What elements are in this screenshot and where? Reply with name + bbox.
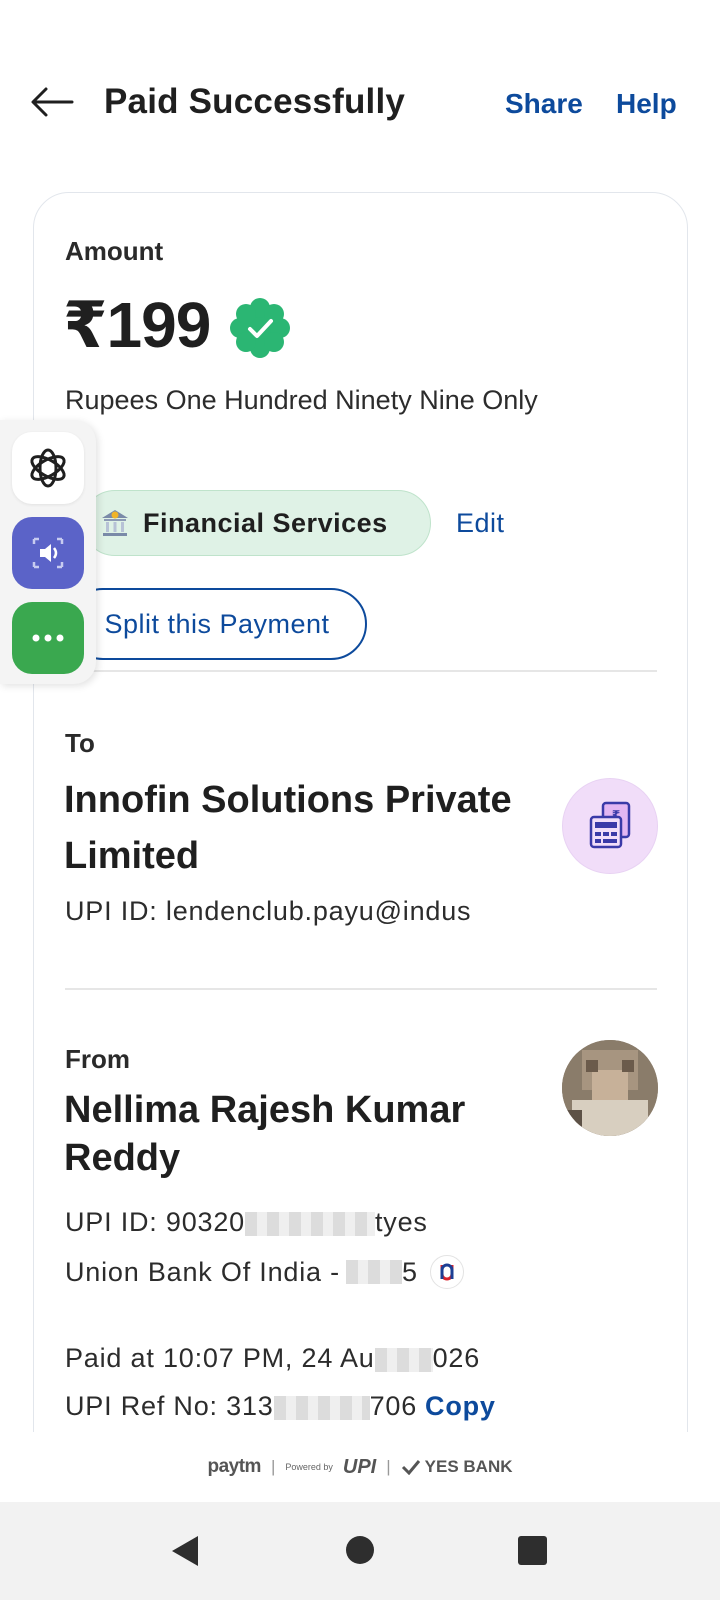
read-aloud-button[interactable] bbox=[12, 517, 84, 589]
category-chip[interactable]: Financial Services bbox=[82, 490, 431, 556]
payee-name: Innofin Solutions Private Limited bbox=[64, 779, 512, 877]
nav-recents-icon[interactable] bbox=[518, 1536, 547, 1565]
yes-bank-logo: YES BANK bbox=[401, 1457, 513, 1477]
back-button[interactable] bbox=[30, 82, 80, 122]
redacted-text bbox=[245, 1211, 375, 1236]
payer-avatar bbox=[562, 1040, 658, 1136]
upi-logo: UPI bbox=[342, 1455, 377, 1478]
system-navigation-bar bbox=[0, 1502, 720, 1600]
nav-home-icon[interactable] bbox=[346, 1536, 374, 1564]
category-label: Financial Services bbox=[143, 507, 388, 538]
verified-check-icon bbox=[230, 298, 290, 358]
divider bbox=[65, 670, 657, 672]
floating-assistant-panel bbox=[0, 420, 96, 684]
edit-category-link[interactable]: Edit bbox=[456, 508, 505, 539]
payer-upi-id: UPI ID: 90320 tyes bbox=[65, 1207, 428, 1237]
split-payment-button[interactable]: Split this Payment bbox=[67, 588, 367, 660]
speaker-icon bbox=[32, 537, 64, 569]
bank-icon bbox=[102, 510, 128, 536]
page-title: Paid Successfully bbox=[104, 82, 406, 121]
payer-bank: Union Bank Of India - 5 bbox=[65, 1255, 464, 1289]
redacted-text bbox=[273, 1395, 370, 1420]
more-options-button[interactable] bbox=[12, 602, 84, 674]
from-label: From bbox=[65, 1044, 130, 1074]
amount-value: ₹199 bbox=[63, 289, 211, 361]
chatgpt-button[interactable] bbox=[12, 432, 84, 504]
openai-logo-icon bbox=[30, 448, 66, 488]
divider bbox=[65, 988, 657, 990]
copy-ref-button[interactable]: Copy bbox=[425, 1391, 496, 1421]
profile-photo bbox=[562, 1040, 658, 1136]
upi-reference-number: UPI Ref No: 313 706 Copy bbox=[65, 1391, 496, 1421]
powered-by-label: Powered by bbox=[285, 1462, 333, 1472]
help-button[interactable]: Help bbox=[616, 88, 677, 120]
arrow-left-icon bbox=[31, 87, 74, 117]
amount-in-words: Rupees One Hundred Ninety Nine Only bbox=[65, 385, 538, 415]
to-label: To bbox=[65, 728, 95, 758]
nav-back-icon[interactable] bbox=[170, 1534, 200, 1568]
paid-at-timestamp: Paid at 10:07 PM, 24 Au 026 bbox=[65, 1343, 481, 1373]
more-dots-icon bbox=[32, 634, 64, 642]
paytm-logo: paytm bbox=[207, 1456, 261, 1477]
checkmark-icon bbox=[401, 1460, 420, 1475]
share-button[interactable]: Share bbox=[505, 88, 583, 120]
payee-avatar: ₹ bbox=[562, 778, 658, 874]
powered-by-footer: paytm | Powered by UPI | YES BANK bbox=[0, 1432, 720, 1502]
union-bank-logo-icon bbox=[429, 1255, 464, 1289]
payee-upi-id: UPI ID: lendenclub.payu@indus bbox=[65, 896, 472, 926]
payer-name: Nellima Rajesh Kumar Reddy bbox=[64, 1089, 466, 1179]
redacted-text bbox=[374, 1347, 433, 1372]
redacted-text bbox=[345, 1260, 402, 1284]
top-app-bar: Paid Successfully Share Help bbox=[0, 0, 720, 190]
amount-label: Amount bbox=[65, 236, 164, 266]
bill-calculator-icon: ₹ bbox=[589, 801, 631, 849]
